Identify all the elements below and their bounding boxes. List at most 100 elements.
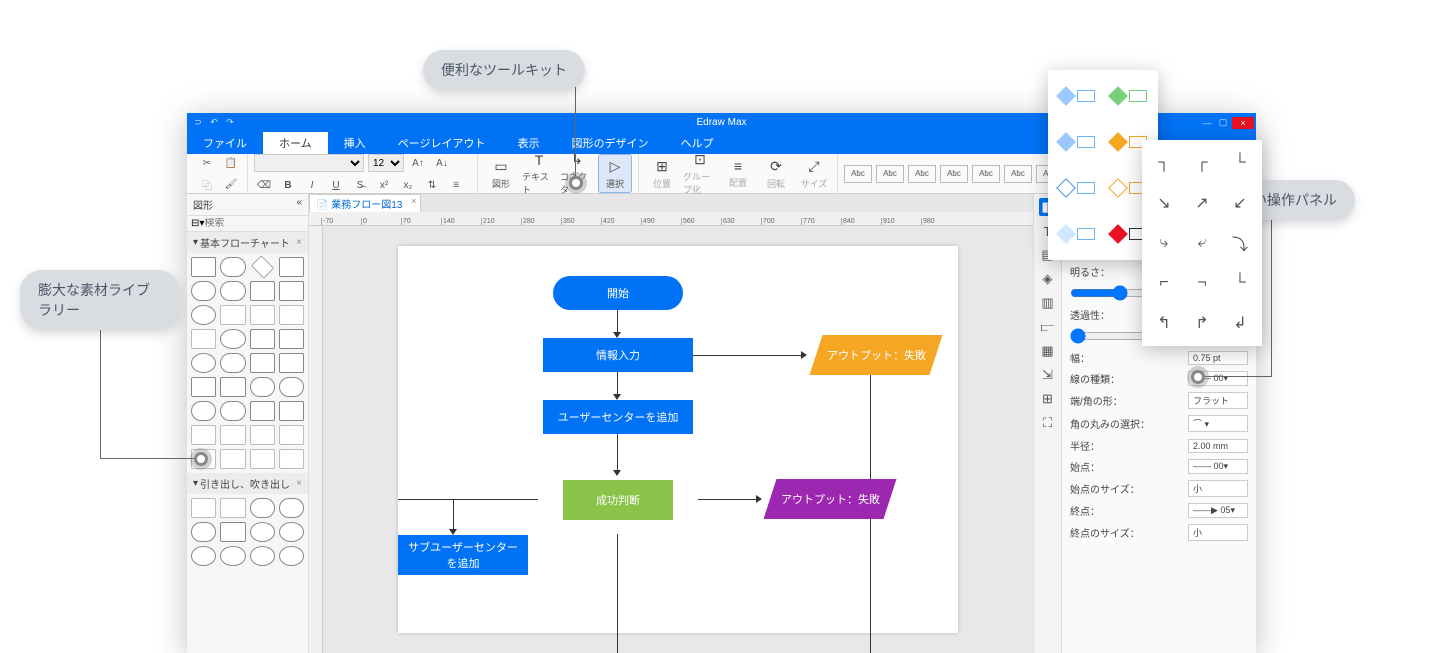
menu-insert[interactable]: 挿入 bbox=[328, 132, 382, 154]
bullets-icon[interactable]: ≡ bbox=[446, 176, 466, 194]
shape-item[interactable] bbox=[250, 305, 275, 325]
node-output-fail-1[interactable]: アウトプット：失敗 bbox=[810, 335, 943, 375]
style-preset[interactable]: Abc bbox=[972, 165, 1000, 183]
connector-style[interactable]: └ bbox=[1224, 146, 1256, 180]
canvas[interactable]: 開始 情報入力 アウトプット：失敗 ユーザーセンターを追加 成功 bbox=[323, 226, 1033, 653]
shape-item[interactable] bbox=[191, 353, 216, 373]
shape-item[interactable] bbox=[251, 255, 274, 278]
style-preset[interactable]: Abc bbox=[844, 165, 872, 183]
spacing-icon[interactable]: ⇅ bbox=[422, 176, 442, 194]
style-preset[interactable]: Abc bbox=[940, 165, 968, 183]
connector-style[interactable]: ¬ bbox=[1186, 266, 1218, 300]
maximize-icon[interactable]: ▢ bbox=[1216, 117, 1230, 129]
tool-rotate[interactable]: ⟳回転 bbox=[759, 154, 793, 193]
menu-pagelayout[interactable]: ページレイアウト bbox=[382, 132, 502, 154]
shape-item[interactable] bbox=[191, 425, 216, 445]
shape-item[interactable] bbox=[279, 449, 304, 469]
end-select[interactable]: ——▶ 05▾ bbox=[1188, 503, 1248, 518]
node-output-fail-2[interactable]: アウトプット：失敗 bbox=[764, 479, 897, 519]
shape-item[interactable] bbox=[250, 425, 275, 445]
copy-icon[interactable]: ⿻ bbox=[197, 175, 217, 193]
strike-icon[interactable]: S̶ bbox=[350, 176, 370, 194]
end-size-select[interactable]: 小 bbox=[1188, 524, 1248, 541]
strip-export-icon[interactable]: ⇲ bbox=[1039, 366, 1057, 384]
collapse-icon[interactable]: « bbox=[296, 197, 302, 212]
shape-item[interactable] bbox=[279, 425, 304, 445]
shape-item[interactable] bbox=[250, 353, 275, 373]
connector-style[interactable]: ⌐ bbox=[1148, 266, 1180, 300]
shape-item[interactable] bbox=[191, 522, 216, 542]
menu-home[interactable]: ホーム bbox=[263, 132, 328, 154]
minimize-icon[interactable]: — bbox=[1200, 117, 1214, 129]
shape-item[interactable] bbox=[279, 257, 304, 277]
shape-item[interactable] bbox=[191, 329, 216, 349]
shape-item[interactable] bbox=[220, 546, 245, 566]
connector-style[interactable]: ↘ bbox=[1148, 186, 1180, 220]
shape-item[interactable] bbox=[250, 546, 275, 566]
palette-item[interactable] bbox=[1054, 76, 1100, 116]
document-tab[interactable]: 📄 業務フロー図13 bbox=[309, 194, 421, 212]
shape-item[interactable] bbox=[220, 257, 245, 277]
shape-item[interactable] bbox=[220, 281, 245, 301]
shape-item[interactable] bbox=[220, 425, 245, 445]
tool-text[interactable]: Tテキスト bbox=[522, 154, 556, 193]
node-start[interactable]: 開始 bbox=[553, 276, 683, 310]
radius-input[interactable]: 2.00 mm bbox=[1188, 439, 1248, 453]
round-select[interactable]: ⌒ ▾ bbox=[1188, 415, 1248, 432]
shape-item[interactable] bbox=[250, 377, 275, 397]
menu-file[interactable]: ファイル bbox=[187, 132, 263, 154]
strip-grid-icon[interactable]: ▦ bbox=[1039, 342, 1057, 360]
strip-arrange-icon[interactable]: ⊞ bbox=[1039, 390, 1057, 408]
subscript-icon[interactable]: x₂ bbox=[398, 176, 418, 194]
paste-icon[interactable]: 📋 bbox=[221, 154, 241, 172]
shape-item[interactable] bbox=[250, 449, 275, 469]
palette-item[interactable] bbox=[1054, 122, 1100, 162]
shape-item[interactable] bbox=[279, 377, 304, 397]
palette-item[interactable] bbox=[1054, 214, 1100, 254]
node-sub-user[interactable]: サブユーザーセンターを追加 bbox=[398, 535, 528, 575]
section-callouts[interactable]: ▾ 引き出し、吹き出し × bbox=[187, 473, 308, 494]
shape-item[interactable] bbox=[220, 498, 245, 518]
connector-style[interactable]: ⤶ bbox=[1186, 226, 1218, 260]
connector-style[interactable]: ↱ bbox=[1186, 306, 1218, 340]
shape-item[interactable] bbox=[220, 353, 245, 373]
undo-icon[interactable]: ↶ bbox=[207, 117, 221, 129]
shape-item[interactable] bbox=[279, 329, 304, 349]
tool-select[interactable]: ▷選択 bbox=[598, 154, 632, 193]
connector-style[interactable]: ↰ bbox=[1148, 306, 1180, 340]
connector-style[interactable]: ⤵ bbox=[1224, 226, 1256, 260]
strip-page-icon[interactable]: ▥ bbox=[1039, 294, 1057, 312]
node-input[interactable]: 情報入力 bbox=[543, 338, 693, 372]
shape-item[interactable] bbox=[220, 305, 245, 325]
connector-style[interactable]: ↗ bbox=[1186, 186, 1218, 220]
decrease-font-icon[interactable]: A↓ bbox=[432, 154, 452, 172]
shape-item[interactable] bbox=[191, 257, 216, 277]
shape-item[interactable] bbox=[279, 498, 304, 518]
strip-layers2-icon[interactable]: ◈ bbox=[1039, 270, 1057, 288]
node-add-user[interactable]: ユーザーセンターを追加 bbox=[543, 400, 693, 434]
shape-item[interactable] bbox=[279, 522, 304, 542]
shape-item[interactable] bbox=[220, 377, 245, 397]
connector-style[interactable]: └ bbox=[1224, 266, 1256, 300]
shape-item[interactable] bbox=[250, 281, 275, 301]
palette-item[interactable] bbox=[1106, 76, 1152, 116]
shape-item[interactable] bbox=[279, 353, 304, 373]
tool-align[interactable]: ≡配置 bbox=[721, 154, 755, 193]
shape-item[interactable] bbox=[220, 329, 245, 349]
shape-item[interactable] bbox=[279, 546, 304, 566]
bold-icon[interactable]: B bbox=[278, 176, 298, 194]
font-size-select[interactable]: 12 bbox=[368, 154, 404, 172]
start-size-select[interactable]: 小 bbox=[1188, 480, 1248, 497]
connector-style[interactable]: ⤷ bbox=[1148, 226, 1180, 260]
tool-position[interactable]: ⊞位置 bbox=[645, 154, 679, 193]
tool-shape[interactable]: ▭図形 bbox=[484, 154, 518, 193]
shape-item[interactable] bbox=[191, 498, 216, 518]
increase-font-icon[interactable]: A↑ bbox=[408, 154, 428, 172]
cut-icon[interactable]: ✂ bbox=[197, 154, 217, 172]
width-select[interactable]: 0.75 pt bbox=[1188, 351, 1248, 365]
redo-icon[interactable]: ↷ bbox=[223, 117, 237, 129]
strip-chart-icon[interactable]: ⫍ bbox=[1039, 318, 1057, 336]
style-preset[interactable]: Abc bbox=[1004, 165, 1032, 183]
node-decision[interactable]: 成功判断 bbox=[563, 480, 673, 520]
section-basic-flowchart[interactable]: ▾ 基本フローチャート × bbox=[187, 232, 308, 253]
